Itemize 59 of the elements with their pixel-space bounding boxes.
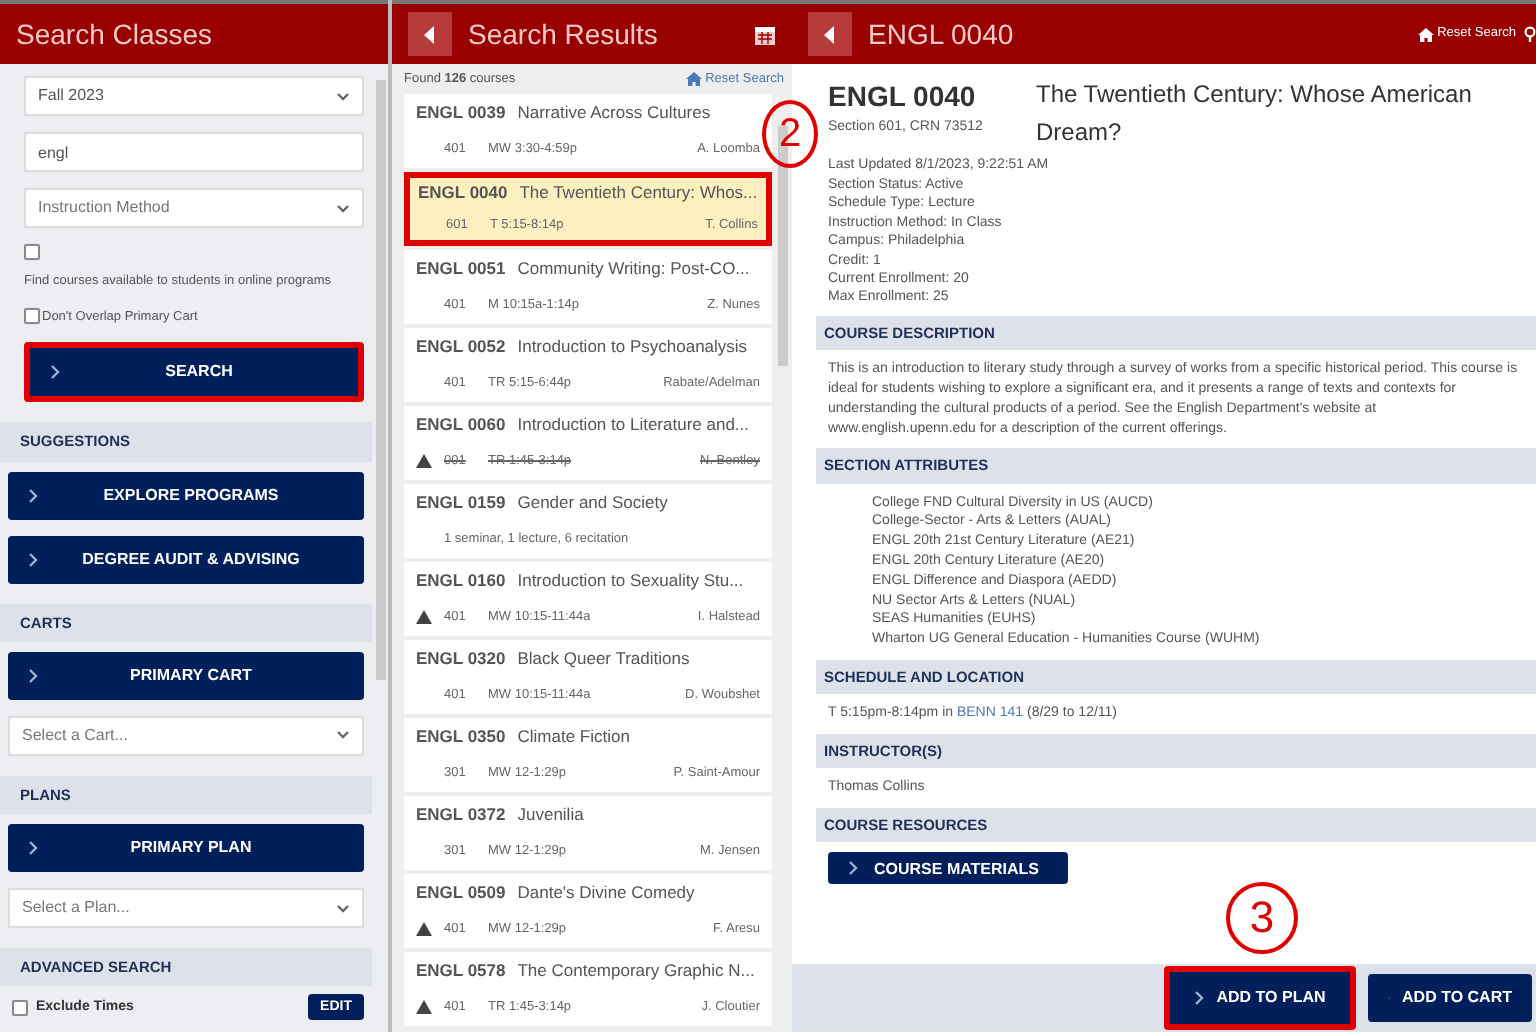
dropdown-caret-icon <box>336 203 350 213</box>
dropdown-select[interactable]: Select a Plan... <box>8 888 364 928</box>
keyword-field[interactable]: engl <box>24 132 364 172</box>
search-button[interactable]: SEARCH <box>24 342 364 403</box>
calendar-icon[interactable] <box>754 23 776 45</box>
nav-button[interactable]: EXPLORE PROGRAMS <box>8 471 364 519</box>
back-arrow-icon <box>424 25 436 43</box>
dropdown-select[interactable]: Select a Cart... <box>8 715 364 756</box>
dropdown-caret-icon <box>336 91 350 101</box>
course-title: Introduction to Sexuality Stu... <box>517 567 744 593</box>
nav-button[interactable]: DEGREE AUDIT & ADVISING <box>8 535 364 583</box>
back-arrow-icon <box>824 25 836 43</box>
home-icon <box>685 72 702 87</box>
course-title: The Twentieth Century: Whose American Dream? <box>1036 78 1474 151</box>
home-icon <box>1417 27 1434 41</box>
course-title: Juvenilia <box>517 801 584 827</box>
nav-button[interactable]: PRIMARY PLAN <box>8 824 364 872</box>
course-code: ENGL 0160 <box>416 567 506 593</box>
back-button[interactable] <box>808 12 852 56</box>
course-title: Introduction to Literature and... <box>517 411 750 437</box>
course-title: The Twentieth Century: Whos... <box>519 179 758 205</box>
course-code: ENGL 0509 <box>416 879 506 905</box>
course-materials-button[interactable]: COURSE MATERIALS <box>828 852 1068 885</box>
dropdown-caret-icon <box>336 730 350 741</box>
course-code: ENGL 0052 <box>416 333 506 359</box>
panel-title: Search Classes <box>16 15 213 53</box>
checkbox[interactable] <box>12 999 28 1016</box>
course-title: Black Queer Traditions <box>517 645 690 671</box>
course-code: ENGL 0350 <box>416 723 506 749</box>
callout-number: 2 <box>762 100 818 168</box>
course-code: ENGL 0372 <box>416 801 506 827</box>
method-select[interactable]: Instruction Method <box>24 188 364 228</box>
panel-title: ENGL 0040 <box>868 15 1016 53</box>
term-select[interactable]: Fall 2023 <box>24 76 364 116</box>
course-code: ENGL 0320 <box>416 645 506 671</box>
callout-number: 3 <box>1226 882 1298 954</box>
scrollbar[interactable] <box>376 80 386 680</box>
course-title: Community Writing: Post-CO... <box>517 255 750 281</box>
checkbox[interactable] <box>24 244 40 260</box>
course-title: The Contemporary Graphic N... <box>517 957 755 983</box>
course-code: ENGL 0578 <box>416 957 506 983</box>
course-code: ENGL 0039 <box>416 99 506 125</box>
course-title: Introduction to Psychoanalysis <box>517 333 748 359</box>
course-code: ENGL 0040 <box>828 78 978 116</box>
dropdown-caret-icon <box>336 903 350 913</box>
back-button[interactable] <box>408 12 452 56</box>
add-button[interactable]: ADD TO PLAN <box>1164 966 1356 1030</box>
nav-button[interactable]: PRIMARY CART <box>8 651 364 700</box>
course-title: Climate Fiction <box>517 723 630 749</box>
course-title: Narrative Across Cultures <box>517 99 711 125</box>
add-button[interactable]: ADD TO CART <box>1368 974 1532 1022</box>
panel-title: Search Results <box>468 15 660 53</box>
course-title: Gender and Society <box>517 489 668 515</box>
course-title: Dante's Divine Comedy <box>517 879 695 905</box>
checkbox[interactable] <box>24 308 40 325</box>
course-code: ENGL 0040 <box>418 179 508 205</box>
course-code: ENGL 0060 <box>416 411 506 437</box>
course-code: ENGL 0159 <box>416 489 506 515</box>
course-code: ENGL 0051 <box>416 255 506 281</box>
